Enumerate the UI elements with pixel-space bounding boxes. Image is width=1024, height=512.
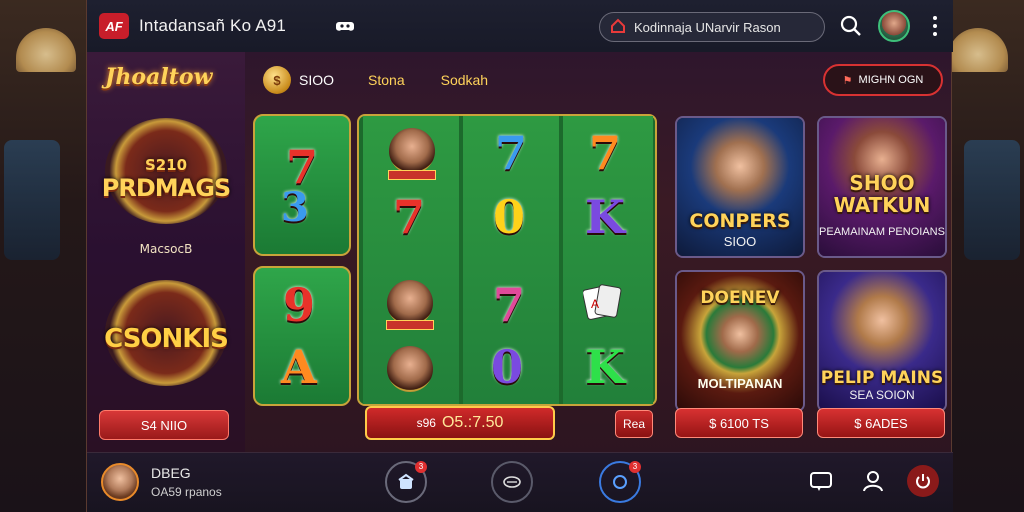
- login-label: MIGHN OGN: [858, 74, 924, 86]
- search-icon[interactable]: [839, 14, 863, 38]
- reel-symbol: 0: [493, 190, 526, 244]
- user-avatar[interactable]: [101, 463, 139, 501]
- promo-subtitle: MacsocB: [139, 242, 193, 256]
- reel-symbol: K: [585, 340, 625, 394]
- reel-symbol: A: [281, 340, 317, 394]
- portrait-banner: [386, 320, 434, 330]
- app-title: Intadansañ Ko A91: [139, 16, 287, 35]
- reel-symbol: 0: [491, 340, 524, 394]
- lamp-decoration: [16, 28, 76, 72]
- tab-sodkah[interactable]: Sodkah: [441, 72, 488, 88]
- lamp-decoration: [948, 28, 1008, 72]
- profile-avatar[interactable]: [878, 10, 910, 42]
- promo-banner[interactable]: Kodinnaja UNarvir Rason: [599, 12, 825, 42]
- promo-button[interactable]: S4 NIIO: [99, 410, 229, 440]
- power-icon[interactable]: [907, 465, 939, 497]
- promo-amount: S210: [144, 156, 188, 174]
- slot-machine-decoration: [4, 140, 60, 260]
- reel-symbol: K: [585, 190, 625, 244]
- gamepad-icon[interactable]: [334, 15, 356, 37]
- nav-rewards-icon[interactable]: 3: [599, 461, 641, 503]
- card-play-button[interactable]: $ 6ADES: [817, 408, 945, 438]
- character-portrait: [389, 128, 435, 174]
- user-icon[interactable]: [859, 467, 887, 495]
- reel-cell[interactable]: 7 3: [253, 114, 351, 256]
- reel-symbol: 7: [589, 126, 622, 180]
- card-title: SHOO WATKUN: [833, 171, 931, 217]
- app-logo[interactable]: AF: [99, 13, 129, 39]
- card-title: PELIP MAINS: [820, 368, 944, 388]
- game-header: $ SIOO Stona Sodkah: [263, 64, 488, 96]
- bet-prefix: s96: [416, 416, 436, 430]
- game-card[interactable]: SHOO WATKUN PEAMAINAM PENOIANS: [817, 116, 947, 258]
- card-play-button[interactable]: $ 6100 TS: [675, 408, 803, 438]
- card-title: DOENEV: [700, 288, 780, 308]
- promo-title: PRDMAGS: [101, 174, 231, 202]
- card-title: CONPERS: [689, 210, 791, 232]
- home-icon: [610, 18, 626, 37]
- balance-value: SIOO: [299, 72, 335, 88]
- slot-reels: 7 3 9 A 7 7 0 7 0 7 K A K: [253, 114, 657, 408]
- game-card[interactable]: PELIP MAINS SEA SOION: [817, 270, 947, 412]
- user-meta: OA59 rpanos: [151, 485, 222, 499]
- promo-column: Jhoaltow S210 PRDMAGS MacsocB CSONKIS S4…: [87, 52, 245, 452]
- casino-title: CSONKIS: [104, 324, 229, 354]
- game-card[interactable]: DOENEV MOLTIPANAN: [675, 270, 805, 412]
- notification-badge: 3: [629, 461, 641, 473]
- nav-home-icon[interactable]: 3: [385, 461, 427, 503]
- background-left: [0, 0, 90, 512]
- small-action-button[interactable]: Rea: [615, 410, 653, 438]
- reel-symbol: 9: [283, 278, 316, 332]
- user-icon: ⚑: [842, 74, 853, 87]
- slot-machine-decoration: [964, 140, 1020, 260]
- top-bar: AF Intadansañ Ko A91 Kodinnaja UNarvir R…: [87, 0, 953, 52]
- user-name: DBEG: [151, 465, 191, 481]
- reel-symbol: 7: [393, 190, 426, 244]
- card-subtitle: PEAMAINAM PENOIANS: [819, 226, 945, 238]
- card-subtitle: SIOO: [723, 234, 757, 249]
- reel-symbol: 7: [495, 126, 528, 180]
- portrait-banner: [388, 170, 436, 180]
- bet-amount-display[interactable]: s96 O5.:7.50: [365, 406, 555, 440]
- tab-stona[interactable]: Stona: [368, 72, 405, 88]
- bottom-bar: DBEG OA59 rpanos 3 3: [87, 452, 953, 512]
- svg-text:A: A: [591, 297, 599, 311]
- nav-games-icon[interactable]: [491, 461, 533, 503]
- promo-text: Kodinnaja UNarvir Rason: [634, 19, 781, 35]
- chat-icon[interactable]: [807, 467, 835, 495]
- login-button[interactable]: ⚑ MIGHN OGN: [823, 64, 943, 96]
- coin-icon: $: [263, 66, 291, 94]
- reel-cell[interactable]: 9 A: [253, 266, 351, 406]
- playing-cards-icon: A: [582, 282, 623, 326]
- main-reel-window: 7 7 0 7 0 7 K A K: [357, 114, 657, 406]
- bet-amount: O5.:7.50: [441, 414, 504, 431]
- brand-logo: Jhoaltow: [105, 64, 213, 90]
- reel-symbol: 7: [493, 278, 526, 332]
- reel-symbol: 3: [281, 184, 309, 231]
- game-card[interactable]: CONPERS SIOO: [675, 116, 805, 258]
- card-subtitle: MOLTIPANAN: [697, 376, 783, 391]
- casino-app: AF Intadansañ Ko A91 Kodinnaja UNarvir R…: [86, 0, 953, 512]
- card-subtitle: SEA SOION: [849, 388, 915, 402]
- more-menu-icon[interactable]: [925, 14, 945, 38]
- notification-badge: 3: [415, 461, 427, 473]
- character-portrait: [387, 346, 433, 392]
